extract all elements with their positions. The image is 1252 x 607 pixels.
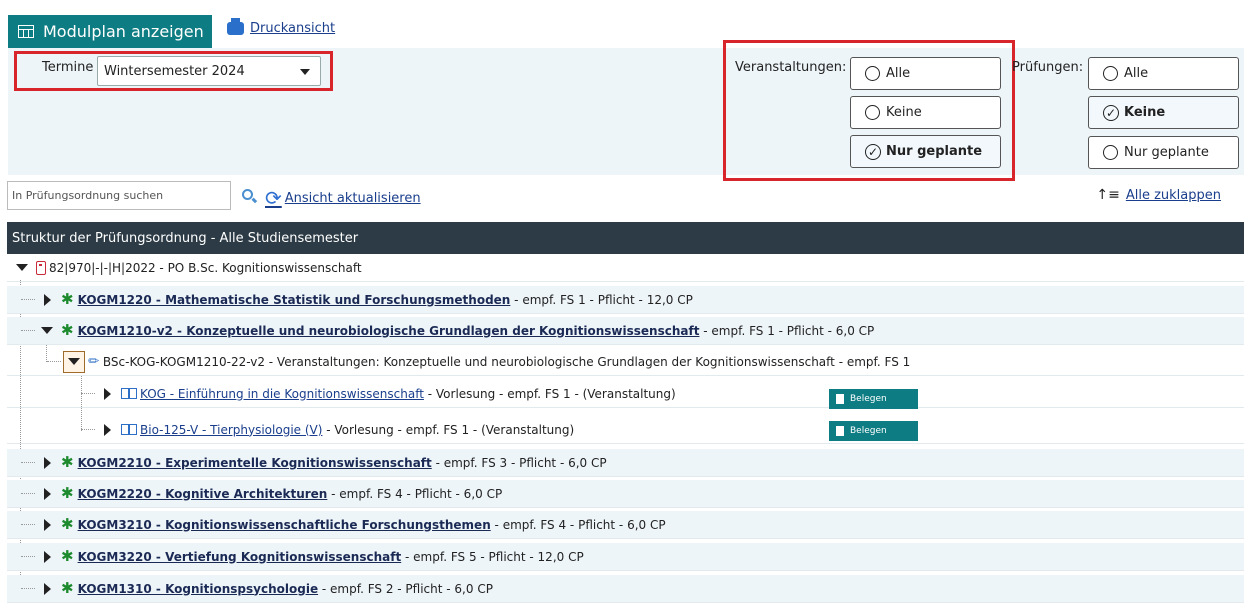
module-link[interactable]: KOGM1310 - Kognitionspsychologie — [78, 582, 319, 596]
table-row[interactable]: ✱ KOGM1310 - Kognitionspsychologie - emp… — [7, 575, 1244, 603]
refresh-label: Ansicht aktualisieren — [284, 190, 421, 206]
collapsed-triangle-icon[interactable] — [37, 484, 57, 504]
collapsed-triangle-icon[interactable] — [97, 384, 117, 404]
module-meta: - empf. FS 1 - Pflicht - 6,0 CP — [699, 323, 875, 338]
door-icon — [836, 426, 844, 436]
table-row[interactable]: Bio-125-V - Tierphysiologie (V) - Vorles… — [7, 416, 1244, 444]
belegen-button[interactable]: Belegen — [829, 389, 918, 409]
collapsed-triangle-icon[interactable] — [37, 579, 57, 599]
puzzle-icon: ✱ — [61, 484, 74, 502]
veranstaltungen-label: Veranstaltungen: — [735, 60, 847, 75]
termine-value: Wintersemester 2024 — [104, 63, 245, 79]
table-row[interactable]: ✱ KOGM2220 - Kognitive Architekturen - e… — [7, 480, 1244, 508]
pruefungen-label: Prüfungen: — [1012, 60, 1084, 75]
puzzle-icon: ✱ — [61, 515, 74, 533]
option-label: Keine — [1124, 105, 1166, 120]
veranstaltungen-option-keine[interactable]: Keine — [850, 96, 1001, 129]
radio-empty-icon — [1103, 145, 1118, 160]
print-view-link[interactable]: Druckansicht — [227, 18, 336, 36]
collapse-all-link[interactable]: ↑≡ Alle zuklappen — [1096, 187, 1221, 203]
chevron-down-icon — [300, 69, 310, 75]
calendar-grid-icon — [18, 25, 34, 38]
termine-select[interactable]: Wintersemester 2024 — [97, 56, 321, 86]
collapsed-triangle-icon[interactable] — [37, 453, 57, 473]
veranstaltungen-option-alle[interactable]: Alle — [850, 57, 1001, 90]
puzzle-icon: ✱ — [61, 321, 74, 339]
course-group-label: BSc-KOG-KOGM1210-22-v2 - Veranstaltungen… — [102, 354, 911, 369]
pruefungen-option-keine[interactable]: ✓ Keine — [1088, 96, 1239, 129]
book-icon — [121, 388, 137, 399]
printer-icon — [227, 18, 244, 35]
collapsed-triangle-icon[interactable] — [97, 420, 117, 440]
expanded-triangle-icon[interactable] — [37, 321, 57, 341]
collapsed-triangle-icon[interactable] — [37, 290, 57, 310]
search-input[interactable] — [7, 181, 231, 210]
table-row[interactable]: KOG - Einführung in die Kognitionswissen… — [7, 380, 1244, 408]
module-meta: - empf. FS 4 - Pflicht - 6,0 CP — [327, 486, 503, 501]
table-row[interactable]: ✱ KOGM2210 - Experimentelle Kognitionswi… — [7, 449, 1244, 477]
course-link[interactable]: Bio-125-V - Tierphysiologie (V) — [140, 423, 322, 437]
puzzle-icon: ✱ — [61, 290, 74, 308]
tree-row-root[interactable]: 82|970|-|-|H|2022 - PO B.Sc. Kognitionsw… — [7, 254, 1244, 282]
belegen-label: Belegen — [850, 426, 887, 436]
table-header-text: Struktur der Prüfungsordnung - Alle Stud… — [12, 230, 359, 246]
pruefungen-option-nur-geplante[interactable]: Nur geplante — [1088, 136, 1239, 169]
module-link[interactable]: KOGM3220 - Vertiefung Kognitionswissensc… — [78, 550, 402, 564]
module-link[interactable]: KOGM1210-v2 - Konzeptuelle und neurobiol… — [78, 324, 700, 338]
option-label: Keine — [886, 105, 922, 120]
option-label: Alle — [886, 66, 911, 81]
module-link[interactable]: KOGM3210 - Kognitionswissenschaftliche F… — [78, 518, 491, 532]
module-link[interactable]: KOGM2220 - Kognitive Architekturen — [78, 487, 328, 501]
belegen-label: Belegen — [850, 394, 887, 404]
table-row[interactable]: ✱ KOGM1210-v2 - Konzeptuelle und neurobi… — [7, 317, 1244, 345]
collapse-label: Alle zuklappen — [1125, 187, 1221, 203]
puzzle-icon: ✱ — [61, 579, 74, 597]
root-label: 82|970|-|-|H|2022 - PO B.Sc. Kognitionsw… — [49, 260, 362, 275]
book-icon — [121, 424, 137, 435]
module-meta: - empf. FS 1 - Pflicht - 12,0 CP — [510, 292, 693, 307]
course-meta: - Vorlesung - empf. FS 1 - (Veranstaltun… — [423, 386, 676, 401]
course-link[interactable]: KOG - Einführung in die Kognitionswissen… — [140, 387, 424, 401]
module-link[interactable]: KOGM1220 - Mathematische Statistik und F… — [78, 293, 511, 307]
collapsed-triangle-icon[interactable] — [37, 515, 57, 535]
radio-empty-icon — [865, 66, 880, 81]
table-row[interactable]: ✎ BSc-KOG-KOGM1210-22-v2 - Veranstaltung… — [7, 348, 1244, 376]
termine-label: Termine — [42, 60, 94, 75]
puzzle-icon: ✱ — [61, 547, 74, 565]
puzzle-icon: ✱ — [61, 453, 74, 471]
table-row[interactable]: ✱ KOGM3220 - Vertiefung Kognitionswissen… — [7, 543, 1244, 571]
veranstaltungen-option-nur-geplante[interactable]: ✓ Nur geplante — [850, 135, 1001, 168]
course-meta: - Vorlesung - empf. FS 1 - (Veranstaltun… — [322, 422, 575, 437]
expanded-triangle-icon[interactable] — [63, 350, 85, 373]
radio-empty-icon — [865, 105, 880, 120]
expanded-triangle-icon[interactable] — [12, 258, 32, 278]
module-meta: - empf. FS 5 - Pflicht - 12,0 CP — [401, 549, 584, 564]
module-link[interactable]: KOGM2210 - Experimentelle Kognitionswiss… — [78, 456, 432, 470]
pruefungen-option-alle[interactable]: Alle — [1088, 57, 1239, 90]
tab-label: Modulplan anzeigen — [43, 22, 204, 41]
collapse-all-icon: ↑≡ — [1096, 187, 1120, 203]
check-circle-icon: ✓ — [1103, 104, 1119, 121]
module-meta: - empf. FS 2 - Pflicht - 6,0 CP — [318, 581, 493, 596]
check-circle-icon: ✓ — [865, 143, 881, 160]
module-meta: - empf. FS 3 - Pflicht - 6,0 CP — [431, 455, 607, 470]
module-meta: - empf. FS 4 - Pflicht - 6,0 CP — [490, 517, 666, 532]
belegen-button[interactable]: Belegen — [829, 421, 918, 441]
option-label: Alle — [1124, 66, 1149, 81]
refresh-view-link[interactable]: ⟳ Ansicht aktualisieren — [265, 188, 421, 208]
print-label: Druckansicht — [250, 21, 336, 36]
table-row[interactable]: ✱ KOGM3210 - Kognitionswissenschaftliche… — [7, 511, 1244, 539]
collapsed-triangle-icon[interactable] — [37, 547, 57, 567]
option-label: Nur geplante — [886, 144, 983, 159]
table-header: Struktur der Prüfungsordnung - Alle Stud… — [7, 222, 1244, 254]
door-icon — [836, 394, 844, 404]
tag-icon: ✎ — [85, 352, 104, 371]
table-row[interactable]: ✱ KOGM1220 - Mathematische Statistik und… — [7, 286, 1244, 314]
search-icon[interactable] — [242, 189, 253, 200]
refresh-icon: ⟳ — [265, 186, 282, 210]
radio-empty-icon — [1103, 66, 1118, 81]
tab-modulplan[interactable]: Modulplan anzeigen — [8, 15, 212, 48]
option-label: Nur geplante — [1124, 145, 1209, 160]
document-icon — [36, 260, 46, 275]
